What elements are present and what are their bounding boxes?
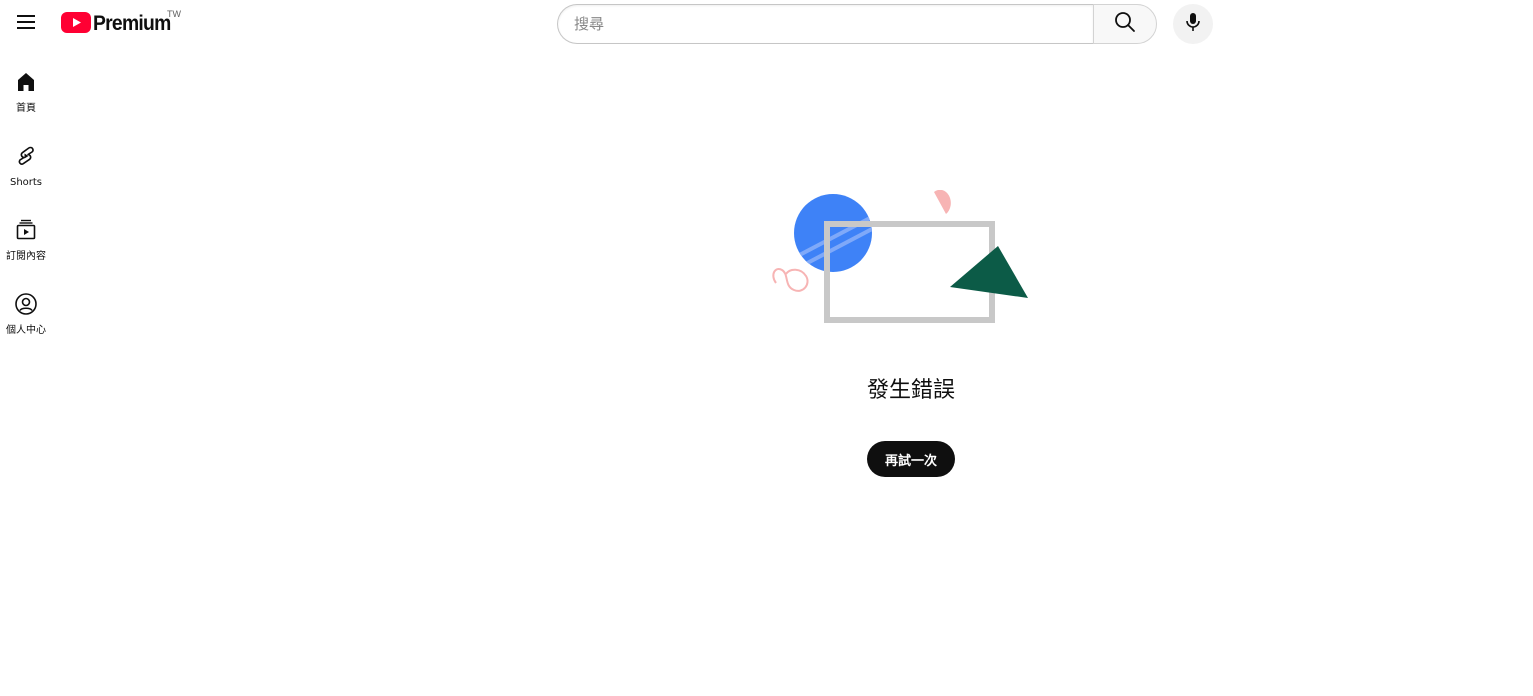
- sidebar-item-you[interactable]: 個人中心: [0, 278, 52, 352]
- logo-country-code: TW: [167, 9, 181, 19]
- error-title: 發生錯誤: [866, 378, 955, 403]
- shorts-icon: [14, 144, 38, 168]
- youtube-logo-icon: [61, 11, 91, 37]
- search-input[interactable]: [557, 4, 1094, 44]
- account-icon: [14, 292, 38, 316]
- hamburger-menu-icon: [14, 10, 38, 38]
- search-icon: [1113, 10, 1137, 38]
- sidebar-item-subscriptions[interactable]: 訂閱內容: [0, 204, 52, 278]
- sidebar-item-label: 首頁: [16, 103, 36, 114]
- retry-button[interactable]: 再試一次: [867, 441, 955, 477]
- mini-guide: 首頁 Shorts 訂閱內容 個人中心: [0, 56, 52, 352]
- microphone-icon: [1181, 10, 1205, 38]
- search-button[interactable]: [1093, 4, 1157, 44]
- sidebar-item-label: Shorts: [9, 177, 43, 188]
- search-box: [557, 4, 1157, 44]
- logo-text: Premium: [93, 12, 171, 35]
- voice-search-button[interactable]: [1173, 4, 1213, 44]
- sidebar-item-label: 訂閱內容: [6, 251, 46, 262]
- guide-menu-button[interactable]: [6, 4, 46, 44]
- sidebar-item-home[interactable]: 首頁: [0, 56, 52, 130]
- sidebar-item-shorts[interactable]: Shorts: [0, 130, 52, 204]
- masthead: Premium TW: [0, 0, 1533, 48]
- home-icon: [14, 70, 38, 94]
- sidebar-item-label: 個人中心: [6, 325, 46, 336]
- youtube-premium-logo[interactable]: Premium TW: [61, 9, 181, 38]
- subscriptions-icon: [14, 218, 38, 242]
- error-illustration: [770, 189, 1030, 326]
